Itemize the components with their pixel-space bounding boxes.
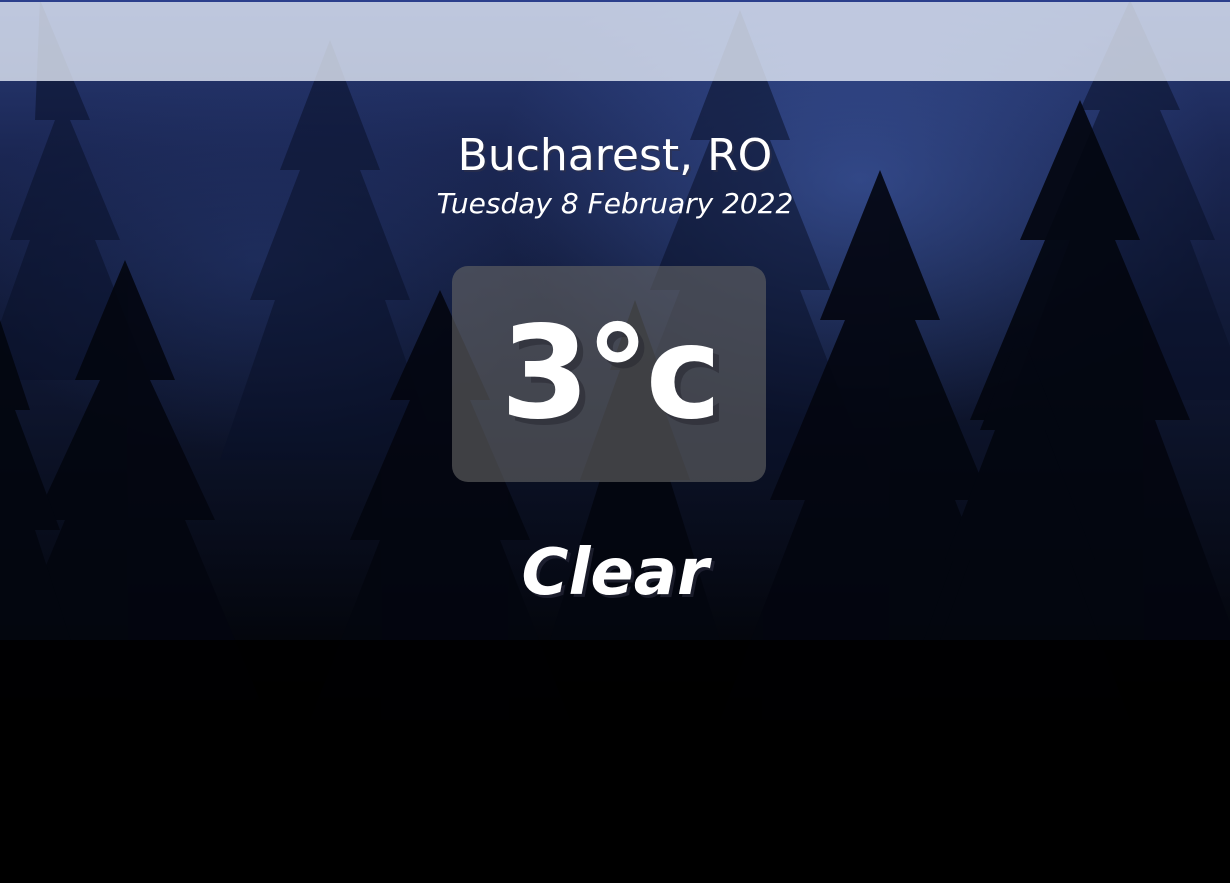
- weather-condition: Clear: [521, 536, 709, 610]
- current-date: Tuesday 8 February 2022: [436, 187, 794, 220]
- location-name: Bucharest, RO: [457, 130, 773, 181]
- weather-app: Bucharest, RO Tuesday 8 February 2022 3°…: [0, 0, 1230, 883]
- temperature-display: 3°c: [452, 266, 766, 482]
- location-box: Bucharest, RO Tuesday 8 February 2022: [0, 128, 1230, 222]
- search-input[interactable]: [0, 2, 1230, 81]
